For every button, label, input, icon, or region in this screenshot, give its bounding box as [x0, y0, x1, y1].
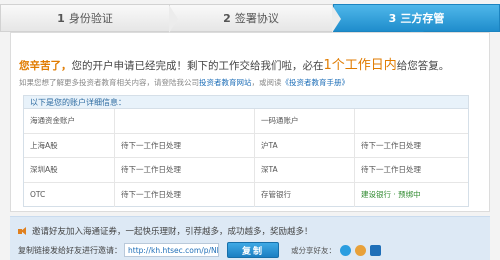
- note-text: 如果您想了解更多投资者教育相关内容，请登陆我公司: [19, 78, 199, 87]
- greeting-text-end: 给您答复。: [396, 60, 450, 72]
- account-status: 待下一工作日处理: [114, 133, 254, 157]
- share-label: 或分享好友：: [291, 245, 336, 255]
- table-row: 深圳A股 待下一工作日处理 深TA 待下一工作日处理: [24, 158, 468, 183]
- greeting-deadline: 1个工作日内: [323, 58, 397, 73]
- completion-message: 您辛苦了，您的开户申请已经完成！剩下的工作交给我们啦，必在1个工作日内给您答复。: [19, 54, 449, 73]
- account-details-header: 以下是您的账户详细信息：: [24, 96, 468, 109]
- account-type: 深TA: [254, 158, 354, 182]
- account-type: 深圳A股: [30, 165, 58, 175]
- step-arrow: [332, 5, 341, 33]
- account-status: 待下一工作日处理: [354, 158, 470, 182]
- main-panel: 您辛苦了，您的开户申请已经完成！剩下的工作交给我们啦，必在1个工作日内给您答复。…: [10, 32, 490, 212]
- invite-url-field[interactable]: http://kh.htsec.com/p/NBV3Mf: [124, 243, 219, 257]
- account-status: 待下一工作日处理: [114, 158, 254, 182]
- account-type: OTC: [30, 190, 46, 200]
- greeting-hello: 您辛苦了，: [19, 60, 72, 72]
- step-label: 签署协议: [234, 12, 279, 25]
- table-row: 上海A股 待下一工作日处理 沪TA 待下一工作日处理: [24, 133, 470, 158]
- investor-education-manual-link[interactable]: 《投资者教育手册》: [282, 78, 350, 87]
- account-status: [114, 109, 254, 133]
- account-details-card: 以下是您的账户详细信息： 海通资金账户 一码通账户 上海A股 待下一工作日处理 …: [23, 95, 469, 207]
- investor-education-note: 如果您想了解更多投资者教育相关内容，请登陆我公司投资者教育网站，或阅读《投资者教…: [19, 77, 349, 88]
- table-row: 海通资金账户 一码通账户: [24, 109, 468, 134]
- renren-share-icon[interactable]: [370, 244, 381, 256]
- step-identity-verification: 1 身份验证: [0, 4, 178, 33]
- account-type: 沪TA: [254, 133, 354, 157]
- greeting-text: 您的开户申请已经完成！剩下的工作交给我们啦，必在: [71, 60, 324, 72]
- invite-text: 邀请好友加入海通证券，一起快乐理财，引荐越多，成功越多，奖励越多！: [32, 227, 313, 237]
- step-label: 身份验证: [68, 12, 113, 25]
- account-type: 一码通账户: [254, 109, 354, 133]
- step-number: 1: [57, 11, 65, 25]
- table-row: OTC 待下一工作日处理 存管银行 建设银行 · 预绑中: [24, 182, 470, 207]
- copy-button[interactable]: 复制: [227, 242, 279, 258]
- step-label: 三方存管: [400, 12, 445, 25]
- step-third-party-custody-active: 3 三方存管: [333, 4, 500, 38]
- invite-message: 邀请好友加入海通证券，一起快乐理财，引荐越多，成功越多，奖励越多！: [18, 225, 313, 237]
- step-arrow: [169, 5, 178, 33]
- account-type: 上海A股: [30, 140, 58, 150]
- progress-steps: 1 身份验证 2 签署协议 3 三方存管: [0, 4, 500, 38]
- qq-share-icon[interactable]: [340, 244, 351, 256]
- account-type: 存管银行: [254, 182, 354, 207]
- account-status: 待下一工作日处理: [114, 182, 254, 207]
- weibo-share-icon[interactable]: [355, 244, 366, 256]
- investor-education-site-link[interactable]: 投资者教育网站: [199, 78, 252, 87]
- speaker-icon: [18, 226, 28, 236]
- invite-friends-section: 邀请好友加入海通证券，一起快乐理财，引荐越多，成功越多，奖励越多！ 复制链接发给…: [10, 216, 490, 260]
- step-number: 3: [388, 11, 397, 25]
- account-type: 海通资金账户: [30, 116, 75, 126]
- invite-link-label: 复制链接发给好友进行邀请：: [18, 245, 122, 255]
- account-status: [354, 109, 470, 133]
- bank-status: 建设银行 · 预绑中: [354, 182, 470, 207]
- invite-link-row: 复制链接发给好友进行邀请： http://kh.htsec.com/p/NBV3…: [18, 242, 381, 258]
- note-text-mid: ，或阅读: [251, 78, 282, 87]
- step-sign-agreement: 2 签署协议: [170, 4, 341, 33]
- step-number: 2: [223, 11, 231, 25]
- account-status: 待下一工作日处理: [354, 133, 470, 157]
